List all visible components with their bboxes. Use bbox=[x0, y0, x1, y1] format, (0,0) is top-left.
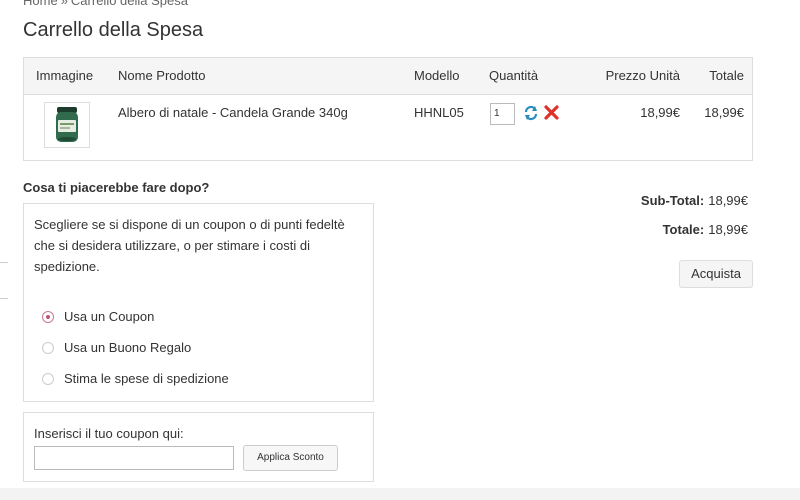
total-value: 18,99€ bbox=[708, 222, 748, 237]
total-row: Totale: 18,99€ bbox=[663, 222, 748, 237]
footer-strip bbox=[0, 488, 800, 500]
edge-divider bbox=[0, 262, 8, 263]
header-quantity: Quantità bbox=[489, 68, 539, 83]
header-model: Modello bbox=[414, 68, 460, 83]
product-image[interactable] bbox=[44, 102, 90, 148]
remove-icon[interactable] bbox=[544, 105, 559, 123]
page-title: Carrello della Spesa bbox=[23, 19, 204, 41]
next-steps-title: Cosa ti piacerebbe fare dopo? bbox=[23, 180, 210, 195]
coupon-label: Inserisci il tuo coupon qui: bbox=[34, 426, 184, 441]
option-shipping-estimate[interactable]: Stima le spese di spedizione bbox=[42, 371, 229, 386]
radio-coupon[interactable] bbox=[42, 310, 54, 323]
breadcrumb-home-link[interactable]: Home bbox=[23, 0, 58, 8]
header-total: Totale bbox=[709, 68, 744, 83]
radio-shipping-estimate[interactable] bbox=[42, 372, 54, 385]
total-label: Totale: bbox=[662, 222, 705, 237]
cart-table: Immagine Nome Prodotto Modello Quantità … bbox=[23, 57, 753, 161]
option-coupon[interactable]: Usa un Coupon bbox=[42, 309, 154, 324]
breadcrumb-separator: » bbox=[60, 0, 68, 8]
coupon-panel: Inserisci il tuo coupon qui: Applica Sco… bbox=[23, 412, 374, 482]
subtotal-label: Sub-Total: bbox=[640, 193, 705, 208]
unit-price: 18,99€ bbox=[640, 105, 680, 120]
option-label: Usa un Buono Regalo bbox=[64, 340, 192, 355]
next-steps-panel: Scegliere se si dispone di un coupon o d… bbox=[23, 203, 374, 402]
breadcrumb-current-link[interactable]: Carrello della Spesa bbox=[71, 0, 188, 8]
row-total: 18,99€ bbox=[704, 105, 744, 120]
candle-jar-image bbox=[56, 107, 78, 142]
edge-divider bbox=[0, 298, 8, 299]
subtotal-value: 18,99€ bbox=[708, 193, 748, 208]
refresh-icon[interactable] bbox=[523, 105, 539, 124]
subtotal-row: Sub-Total: 18,99€ bbox=[641, 193, 748, 208]
checkout-button[interactable]: Acquista bbox=[679, 260, 753, 288]
next-steps-description: Scegliere se si dispone di un coupon o d… bbox=[34, 217, 345, 274]
radio-gift-voucher[interactable] bbox=[42, 341, 54, 354]
product-model: HHNL05 bbox=[414, 105, 464, 120]
cart-table-header: Immagine Nome Prodotto Modello Quantità … bbox=[24, 58, 752, 95]
header-product-name: Nome Prodotto bbox=[118, 68, 206, 83]
option-label: Stima le spese di spedizione bbox=[64, 371, 229, 386]
breadcrumb: Home» Carrello della Spesa bbox=[23, 0, 188, 8]
product-name-link[interactable]: Albero di natale - Candela Grande 340g bbox=[118, 105, 348, 120]
header-image: Immagine bbox=[36, 68, 94, 83]
header-unit-price: Prezzo Unità bbox=[605, 68, 680, 83]
quantity-input[interactable]: 1 bbox=[490, 103, 515, 125]
coupon-input[interactable] bbox=[34, 446, 234, 470]
option-gift-voucher[interactable]: Usa un Buono Regalo bbox=[42, 340, 191, 355]
apply-coupon-button[interactable]: Applica Sconto bbox=[243, 445, 338, 471]
option-label: Usa un Coupon bbox=[64, 309, 155, 324]
table-row: Albero di natale - Candela Grande 340g H… bbox=[24, 95, 752, 162]
